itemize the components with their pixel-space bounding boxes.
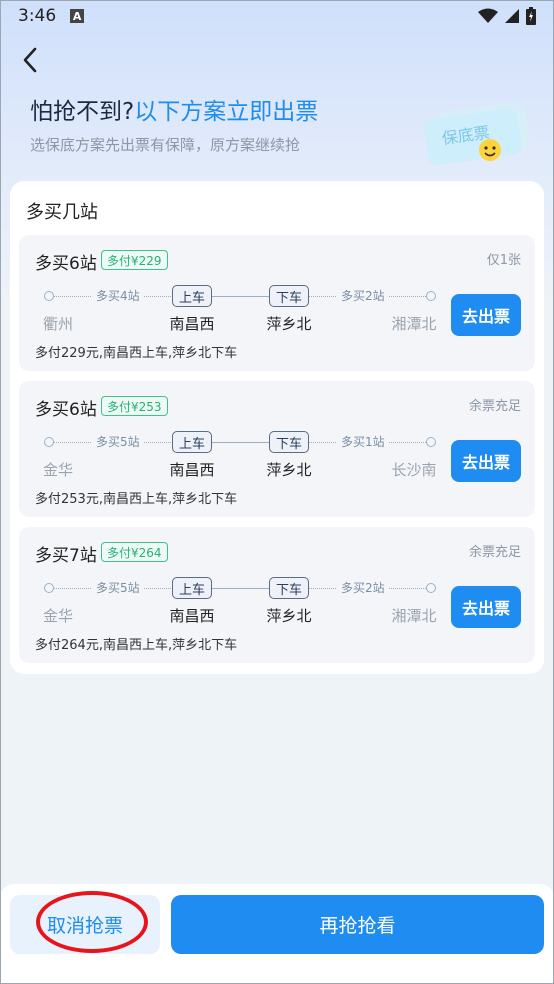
station-destination: 长沙南	[391, 461, 437, 479]
segment-label: 多买2站	[337, 580, 389, 596]
option-description: 多付264元,南昌西上车,萍乡北下车	[35, 638, 238, 653]
segment-label: 多买5站	[92, 434, 144, 450]
station-origin: 衢州	[42, 315, 73, 333]
option-description: 多付229元,南昌西上车,萍乡北下车	[35, 346, 238, 361]
back-button[interactable]	[14, 44, 46, 76]
status-bar: 3:46 A	[0, 0, 554, 32]
destination-node	[426, 437, 436, 447]
destination-node	[426, 583, 436, 593]
title-part-dark: 怕抢不到?	[30, 99, 135, 125]
station-alight: 萍乡北	[266, 607, 312, 625]
section-title: 多买几站	[26, 202, 98, 223]
option-card: 多买7站 多付¥264 余票充足 多买5站 多买2站 上车 下车 金华 南昌西 …	[19, 527, 535, 663]
option-card: 多买6站 多付¥229 仅1张 多买4站 多买2站 上车 下车 衢州 南昌西 萍…	[19, 235, 535, 371]
availability-label: 余票充足	[468, 399, 521, 414]
station-board: 南昌西	[169, 315, 215, 333]
retry-grab-button[interactable]: 再抢抢看	[171, 895, 544, 954]
title-part-highlight: 以下方案立即出票	[134, 99, 319, 125]
alight-pill: 下车	[269, 285, 309, 307]
status-time: 3:46	[18, 6, 57, 26]
origin-node	[44, 583, 54, 593]
notification-icon: A	[70, 9, 85, 23]
signal-icon	[505, 9, 519, 23]
station-origin: 金华	[42, 607, 73, 625]
station-board: 南昌西	[169, 607, 215, 625]
wifi-icon	[478, 8, 498, 23]
board-pill: 上车	[172, 577, 212, 599]
option-description: 多付253元,南昌西上车,萍乡北下车	[35, 492, 238, 507]
station-destination: 湘潭北	[391, 315, 437, 333]
segment-label: 多买5站	[92, 580, 144, 596]
origin-node	[44, 291, 54, 301]
page-title: 怕抢不到?以下方案立即出票	[30, 92, 318, 126]
back-arrow-icon	[23, 47, 37, 73]
board-pill: 上车	[172, 431, 212, 453]
page-subtitle: 选保底方案先出票有保障，原方案继续抢	[30, 136, 301, 154]
bottom-action-bar: 取消抢票 再抢抢看	[0, 884, 554, 984]
issue-ticket-button[interactable]: 去出票	[451, 440, 521, 482]
station-origin: 金华	[42, 461, 73, 479]
issue-ticket-button[interactable]: 去出票	[451, 294, 521, 336]
station-board: 南昌西	[169, 461, 215, 479]
battery-icon	[526, 7, 536, 25]
cancel-grab-button[interactable]: 取消抢票	[10, 895, 160, 954]
segment-label: 多买1站	[337, 434, 389, 450]
status-icons	[478, 7, 536, 25]
station-alight: 萍乡北	[266, 461, 312, 479]
options-sheet: 多买几站 多买6站 多付¥229 仅1张 多买4站 多买2站 上车 下车 衢州 …	[10, 181, 544, 674]
destination-node	[426, 291, 436, 301]
board-pill: 上车	[172, 285, 212, 307]
segment-label: 多买4站	[92, 288, 144, 304]
station-alight: 萍乡北	[266, 315, 312, 333]
station-destination: 湘潭北	[391, 607, 437, 625]
availability-label: 仅1张	[486, 253, 521, 268]
segment-label: 多买2站	[337, 288, 389, 304]
availability-label: 余票充足	[468, 545, 521, 560]
alight-pill: 下车	[269, 431, 309, 453]
alight-pill: 下车	[269, 577, 309, 599]
option-card: 多买6站 多付¥253 余票充足 多买5站 多买1站 上车 下车 金华 南昌西 …	[19, 381, 535, 517]
issue-ticket-button[interactable]: 去出票	[451, 586, 521, 628]
origin-node	[44, 437, 54, 447]
guarantee-ticket-illustration: 保底票	[424, 101, 530, 166]
